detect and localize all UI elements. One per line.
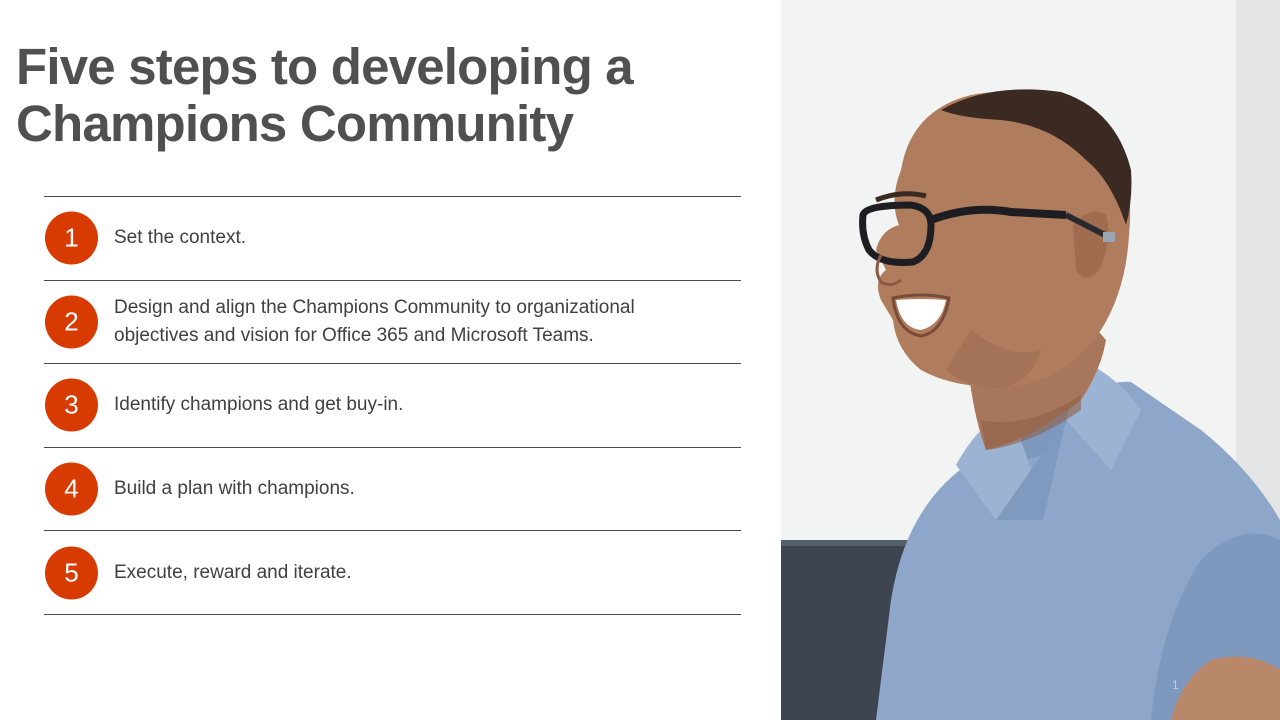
step-text: Build a plan with champions. xyxy=(114,478,355,500)
person-photo xyxy=(781,0,1280,720)
step-item: 2 Design and align the Champions Communi… xyxy=(44,281,741,365)
slide-title: Five steps to developing a Champions Com… xyxy=(16,38,756,152)
step-number-badge: 3 xyxy=(45,378,98,432)
step-number-badge: 5 xyxy=(45,546,98,600)
step-text: Execute, reward and iterate. xyxy=(114,561,352,583)
step-number-badge: 4 xyxy=(45,462,98,516)
title-line-2: Champions Community xyxy=(16,95,574,152)
step-number-badge: 2 xyxy=(45,295,98,349)
step-text: Set the context. xyxy=(114,227,247,249)
page-number: 1 xyxy=(1172,678,1179,692)
slide: Five steps to developing a Champions Com… xyxy=(0,0,1280,720)
step-item: 3 Identify champions and get buy-in. xyxy=(44,364,741,448)
step-item: 5 Execute, reward and iterate. xyxy=(44,531,741,615)
step-text: Design and align the Champions Community… xyxy=(114,296,635,346)
step-number-badge: 1 xyxy=(45,211,98,265)
title-line-1: Five steps to developing a xyxy=(16,38,634,95)
step-text: Identify champions and get buy-in. xyxy=(114,394,404,416)
step-item: 1 Set the context. xyxy=(44,197,741,281)
step-item: 4 Build a plan with champions. xyxy=(44,448,741,532)
steps-list: 1 Set the context. 2 Design and align th… xyxy=(44,196,741,615)
person-illustration xyxy=(781,0,1280,720)
